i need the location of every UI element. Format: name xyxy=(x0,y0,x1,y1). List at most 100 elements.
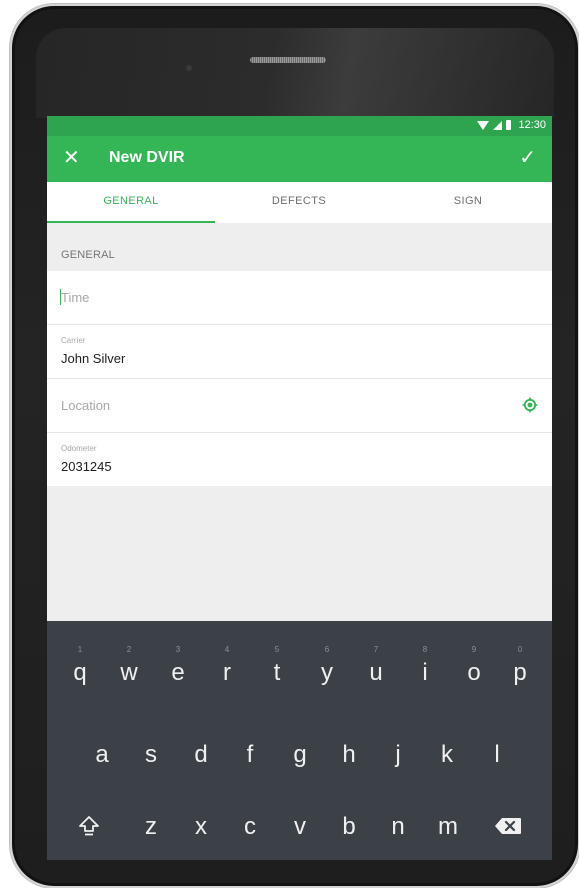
key-letter: x xyxy=(195,813,207,840)
tab-general[interactable]: GENERAL xyxy=(47,182,215,223)
earpiece-speaker xyxy=(250,57,326,63)
key-letter: q xyxy=(73,659,87,686)
key-x[interactable]: x xyxy=(176,805,226,860)
key-number-hint: 0 xyxy=(517,645,523,654)
key-letter: p xyxy=(513,659,527,686)
status-bar: 12:30 xyxy=(47,116,552,136)
key-r[interactable]: 4r xyxy=(202,621,252,686)
key-t[interactable]: 5t xyxy=(252,621,302,686)
keyboard-row-3: z x c v b n m xyxy=(47,805,552,860)
key-letter: z xyxy=(145,813,157,840)
on-screen-keyboard: 1q 2w 3e 4r 5t 6y 7u 8i 9o 0p a s d f g … xyxy=(47,621,552,860)
key-a[interactable]: a xyxy=(77,733,127,793)
key-letter: v xyxy=(294,813,306,840)
odometer-field[interactable]: Odometer 2031245 xyxy=(47,433,552,486)
key-number-hint: 9 xyxy=(471,645,477,654)
backspace-icon xyxy=(495,818,521,834)
battery-icon xyxy=(506,120,512,130)
tab-defects[interactable]: DEFECTS xyxy=(215,182,383,223)
key-z[interactable]: z xyxy=(126,805,176,860)
key-number-hint: 6 xyxy=(324,645,330,654)
key-s[interactable]: s xyxy=(126,733,176,793)
key-d[interactable]: d xyxy=(176,733,226,793)
app-bar: ✕ New DVIR ✓ xyxy=(47,136,552,182)
key-letter: j xyxy=(395,741,401,768)
key-letter: a xyxy=(95,741,109,768)
key-letter: n xyxy=(391,813,405,840)
key-letter: l xyxy=(494,741,500,768)
key-number-hint: 4 xyxy=(224,645,230,654)
key-k[interactable]: k xyxy=(422,733,472,793)
key-letter: u xyxy=(369,659,383,686)
signal-icon xyxy=(493,120,503,130)
carrier-label: Carrier xyxy=(61,336,86,345)
key-l[interactable]: l xyxy=(472,733,522,793)
key-letter: h xyxy=(342,741,356,768)
key-letter: s xyxy=(145,741,157,768)
key-b[interactable]: b xyxy=(324,805,374,860)
key-backspace[interactable] xyxy=(483,805,533,860)
odometer-label: Odometer xyxy=(61,444,97,453)
location-field[interactable]: Location xyxy=(47,379,552,433)
shift-icon xyxy=(79,816,99,836)
key-letter: y xyxy=(321,659,333,686)
key-m[interactable]: m xyxy=(423,805,473,860)
carrier-value: John Silver xyxy=(61,351,126,366)
key-letter: r xyxy=(223,659,231,686)
close-icon[interactable]: ✕ xyxy=(63,146,80,170)
key-number-hint: 1 xyxy=(77,645,83,654)
key-p[interactable]: 0p xyxy=(495,621,545,686)
key-n[interactable]: n xyxy=(373,805,423,860)
device-bezel-top xyxy=(36,28,554,118)
key-f[interactable]: f xyxy=(225,733,275,793)
key-letter: c xyxy=(244,813,256,840)
my-location-icon[interactable] xyxy=(522,397,538,413)
location-placeholder: Location xyxy=(61,398,111,413)
keyboard-row-2: a s d f g h j k l xyxy=(47,733,552,793)
wifi-icon xyxy=(477,120,490,130)
key-number-hint: 3 xyxy=(175,645,181,654)
key-number-hint: 7 xyxy=(373,645,379,654)
section-header: GENERAL xyxy=(47,223,552,271)
carrier-field[interactable]: Carrier John Silver xyxy=(47,325,552,379)
key-letter: d xyxy=(194,741,208,768)
time-placeholder: Time xyxy=(61,290,90,305)
key-letter: b xyxy=(342,813,356,840)
time-field[interactable]: Time xyxy=(47,271,552,325)
device-screen: 12:30 ✕ New DVIR ✓ GENERAL DEFECTS SIGN … xyxy=(47,116,552,860)
page-title: New DVIR xyxy=(109,149,185,166)
tab-sign[interactable]: SIGN xyxy=(384,182,552,223)
key-w[interactable]: 2w xyxy=(104,621,154,686)
key-c[interactable]: c xyxy=(225,805,275,860)
check-icon[interactable]: ✓ xyxy=(519,146,536,170)
status-icons: 12:30 xyxy=(477,119,546,131)
key-o[interactable]: 9o xyxy=(449,621,499,686)
key-e[interactable]: 3e xyxy=(153,621,203,686)
odometer-value: 2031245 xyxy=(61,459,112,474)
key-letter: f xyxy=(246,741,254,768)
status-time: 12:30 xyxy=(518,119,546,131)
section-header-label: GENERAL xyxy=(61,249,115,261)
tab-bar: GENERAL DEFECTS SIGN xyxy=(47,182,552,223)
key-number-hint: 5 xyxy=(274,645,280,654)
front-camera xyxy=(186,65,192,71)
key-letter: e xyxy=(171,659,185,686)
key-y[interactable]: 6y xyxy=(302,621,352,686)
key-number-hint: 8 xyxy=(422,645,428,654)
key-g[interactable]: g xyxy=(275,733,325,793)
key-j[interactable]: j xyxy=(373,733,423,793)
key-number-hint: 2 xyxy=(126,645,132,654)
keyboard-row-1: 1q 2w 3e 4r 5t 6y 7u 8i 9o 0p xyxy=(47,621,552,686)
key-i[interactable]: 8i xyxy=(400,621,450,686)
key-letter: m xyxy=(438,813,458,840)
dvir-general-form: Time Carrier John Silver Location Odomet… xyxy=(47,271,552,486)
key-u[interactable]: 7u xyxy=(351,621,401,686)
key-letter: o xyxy=(467,659,481,686)
key-h[interactable]: h xyxy=(324,733,374,793)
key-letter: g xyxy=(293,741,307,768)
key-letter: w xyxy=(120,659,138,686)
key-q[interactable]: 1q xyxy=(55,621,105,686)
key-v[interactable]: v xyxy=(275,805,325,860)
key-shift[interactable] xyxy=(64,805,114,860)
key-letter: i xyxy=(422,659,428,686)
